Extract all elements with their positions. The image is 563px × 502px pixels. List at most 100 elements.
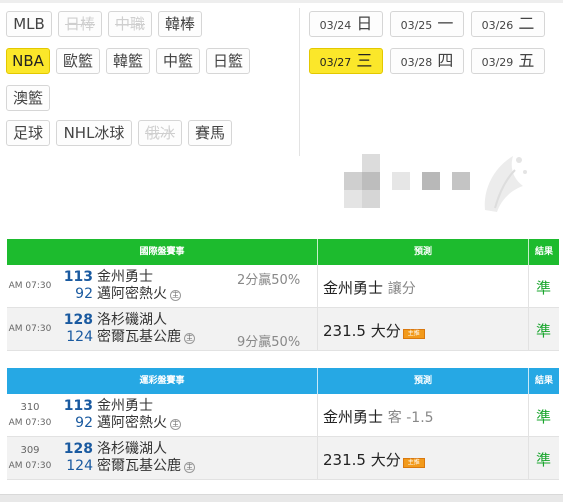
game-id: 309 xyxy=(20,445,40,456)
weekday-label: 二 xyxy=(518,14,535,33)
weekday-label: 三 xyxy=(356,51,373,70)
result-mark: 準 xyxy=(535,408,551,426)
away-score: 113 xyxy=(63,269,93,285)
result-mark: 準 xyxy=(535,451,551,469)
category-japan-basketball[interactable]: 日籃 xyxy=(206,48,250,74)
home-team-name: 邁阿密熱火 xyxy=(97,415,167,431)
home-score: 92 xyxy=(75,286,93,302)
prediction-cell: 金州勇士 客 -1.5 xyxy=(323,406,434,427)
category-korea-basketball[interactable]: 韓籃 xyxy=(106,48,150,74)
header-match: 國際盤賽事 xyxy=(139,247,185,257)
date-label: 03/25 xyxy=(400,19,433,32)
home-badge-icon: 主 xyxy=(184,462,195,473)
prediction-pick: 金州勇士 xyxy=(323,279,384,297)
featured-pick-tag: 主推 xyxy=(402,458,425,468)
table-header: 國際盤賽事 預測 結果 xyxy=(7,239,559,265)
result-mark: 準 xyxy=(535,322,551,340)
away-team: 洛杉磯湖人 xyxy=(97,441,167,457)
category-npb: 日棒 xyxy=(58,11,102,37)
home-score: 124 xyxy=(66,458,93,474)
table-row[interactable]: 310 AM 07:30 113 92 金州勇士 邁阿密熱火主 金州勇士 客 -… xyxy=(7,394,559,437)
home-team: 邁阿密熱火主 xyxy=(97,286,181,302)
game-time: AM 07:30 xyxy=(8,461,52,471)
home-team: 邁阿密熱火主 xyxy=(97,415,181,431)
away-team: 金州勇士 xyxy=(97,269,153,285)
table-header: 運彩盤賽事 預測 結果 xyxy=(7,368,559,394)
home-badge-icon: 主 xyxy=(184,333,195,344)
away-score: 128 xyxy=(63,312,93,328)
header-result: 結果 xyxy=(528,239,559,265)
date-0324[interactable]: 03/24 日 xyxy=(309,11,383,37)
prediction-note: 讓分 xyxy=(387,281,416,297)
weekday-label: 四 xyxy=(437,51,454,70)
weekday-label: 五 xyxy=(518,51,535,70)
home-score: 124 xyxy=(66,329,93,345)
date-label: 03/24 xyxy=(319,19,352,32)
header-prediction: 預測 xyxy=(317,368,528,394)
away-team: 金州勇士 xyxy=(97,398,153,414)
header-prediction: 預測 xyxy=(317,239,528,265)
home-team-name: 密爾瓦基公鹿 xyxy=(97,458,181,474)
home-team-name: 密爾瓦基公鹿 xyxy=(97,329,181,345)
lottery-odds-table: 運彩盤賽事 預測 結果 310 AM 07:30 113 92 金州勇士 邁阿密… xyxy=(7,368,559,480)
category-russia-hockey: 俄冰 xyxy=(138,120,182,146)
home-score: 92 xyxy=(75,415,93,431)
away-score: 128 xyxy=(63,441,93,457)
date-label: 03/26 xyxy=(481,19,514,32)
category-nba[interactable]: NBA xyxy=(6,48,50,74)
bottom-border xyxy=(0,494,563,502)
category-mlb[interactable]: MLB xyxy=(6,11,52,37)
table-row[interactable]: AM 07:30 128 124 洛杉磯湖人 密爾瓦基公鹿主 9分贏50% 23… xyxy=(7,308,559,351)
category-soccer[interactable]: 足球 xyxy=(6,120,50,146)
prediction-cell: 231.5 大分 主推 xyxy=(323,449,425,470)
game-time: AM 07:30 xyxy=(8,324,52,334)
category-taiwan-basketball[interactable]: 中籃 xyxy=(156,48,200,74)
category-australia-basketball[interactable]: 澳籃 xyxy=(6,85,50,111)
prediction-pick: 金州勇士 xyxy=(323,408,384,426)
featured-pick-tag: 主推 xyxy=(402,329,425,339)
sports-prediction-page: MLB 日棒 中職 韓棒 NBA 歐籃 韓籃 中籃 日籃 澳籃 足球 NHL冰球… xyxy=(0,0,563,502)
category-nhl-hockey[interactable]: NHL冰球 xyxy=(56,120,132,146)
prediction-pick: 231.5 大分 xyxy=(323,322,401,340)
home-team-name: 邁阿密熱火 xyxy=(97,286,167,302)
away-team: 洛杉磯湖人 xyxy=(97,312,167,328)
header-match: 運彩盤賽事 xyxy=(139,376,185,386)
international-odds-table: 國際盤賽事 預測 結果 AM 07:30 113 92 金州勇士 邁阿密熱火主 … xyxy=(7,239,559,351)
prediction-note: 客 -1.5 xyxy=(387,410,434,426)
blurred-ad-graphic xyxy=(340,150,530,220)
category-horse-racing[interactable]: 賽馬 xyxy=(188,120,232,146)
result-mark: 準 xyxy=(535,279,551,297)
leaf-graphic-icon xyxy=(484,156,527,212)
date-0327[interactable]: 03/27 三 xyxy=(309,48,383,74)
date-0329[interactable]: 03/29 五 xyxy=(471,48,545,74)
game-time: AM 07:30 xyxy=(8,418,52,428)
handicap-line: 9分贏50% xyxy=(237,335,301,350)
home-team: 密爾瓦基公鹿主 xyxy=(97,458,195,474)
date-label: 03/28 xyxy=(400,56,433,69)
filter-divider xyxy=(299,8,300,156)
header-result: 結果 xyxy=(528,368,559,394)
category-euro-basketball[interactable]: 歐籃 xyxy=(56,48,100,74)
top-border xyxy=(0,0,563,3)
date-label: 03/29 xyxy=(481,56,514,69)
category-cpbl: 中職 xyxy=(108,11,152,37)
prediction-cell: 231.5 大分 主推 xyxy=(323,320,425,341)
date-0328[interactable]: 03/28 四 xyxy=(390,48,464,74)
game-time: AM 07:30 xyxy=(8,281,52,291)
home-team: 密爾瓦基公鹿主 xyxy=(97,329,195,345)
away-score: 113 xyxy=(63,398,93,414)
table-row[interactable]: AM 07:30 113 92 金州勇士 邁阿密熱火主 2分贏50% 金州勇士 … xyxy=(7,265,559,308)
weekday-label: 日 xyxy=(356,14,373,33)
handicap-line: 2分贏50% xyxy=(237,273,301,288)
home-badge-icon: 主 xyxy=(170,290,181,301)
date-label: 03/27 xyxy=(319,56,352,69)
prediction-cell: 金州勇士 讓分 xyxy=(323,277,416,298)
weekday-label: 一 xyxy=(437,14,454,33)
date-0326[interactable]: 03/26 二 xyxy=(471,11,545,37)
prediction-pick: 231.5 大分 xyxy=(323,451,401,469)
date-0325[interactable]: 03/25 一 xyxy=(390,11,464,37)
home-badge-icon: 主 xyxy=(170,419,181,430)
table-row[interactable]: 309 AM 07:30 128 124 洛杉磯湖人 密爾瓦基公鹿主 231.5… xyxy=(7,437,559,480)
game-id: 310 xyxy=(20,402,40,413)
category-kbo[interactable]: 韓棒 xyxy=(158,11,202,37)
